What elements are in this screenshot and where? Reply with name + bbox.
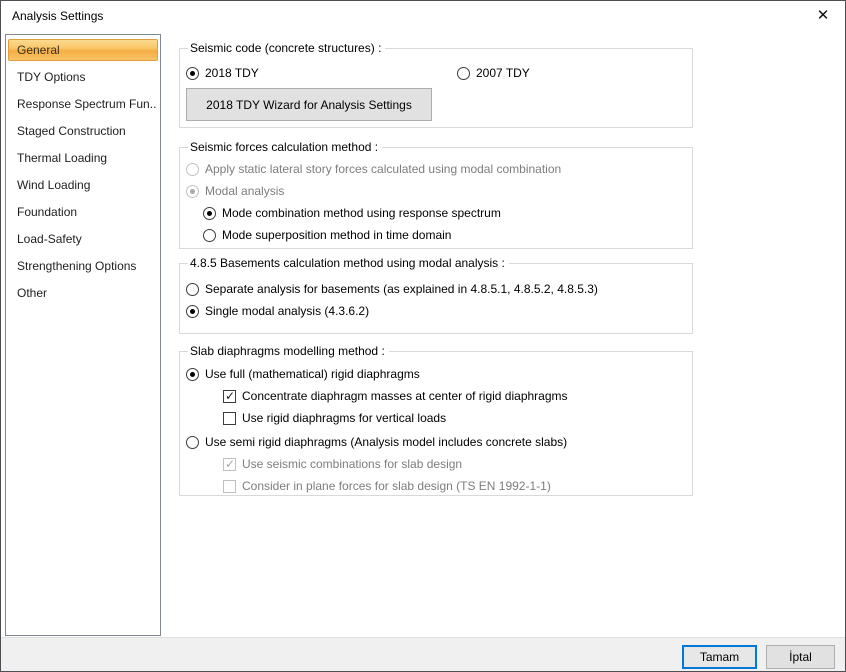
radio-mode-combination-method-using-response-s[interactable]: Mode combination method using response s… xyxy=(180,202,692,224)
checkbox-icon xyxy=(223,389,236,403)
checkbox-icon xyxy=(223,479,236,493)
sidebar-item-foundation[interactable]: Foundation xyxy=(8,201,158,223)
radio-icon xyxy=(186,304,199,318)
group-slab-diaphragms-method: Slab diaphragms modelling method : Use fu… xyxy=(179,344,693,497)
ok-button[interactable]: Tamam xyxy=(682,645,757,669)
sidebar-item-strengthening-options[interactable]: Strengthening Options xyxy=(8,255,158,277)
analysis-settings-dialog: Analysis Settings ✕ General TDY Options Re… xyxy=(0,0,846,672)
wizard-button[interactable]: 2018 TDY Wizard for Analysis Settings xyxy=(186,88,432,121)
control-label: Use seismic combinations for slab design xyxy=(242,457,463,471)
radio-mode-superposition-method-in-time-domain[interactable]: Mode superposition method in time domain xyxy=(180,224,692,246)
control-label: Separate analysis for basements (as expl… xyxy=(205,282,598,296)
control-label: Use rigid diaphragms for vertical loads xyxy=(242,411,447,425)
radio-2018-tdy[interactable]: 2018 TDY xyxy=(186,66,259,80)
control-label: Consider in plane forces for slab design… xyxy=(242,479,551,493)
sidebar-item-thermal-loading[interactable]: Thermal Loading xyxy=(8,147,158,169)
sidebar-item-tdy-options[interactable]: TDY Options xyxy=(8,66,158,88)
radio-icon xyxy=(186,162,199,176)
radio-label: 2018 TDY xyxy=(205,66,259,80)
close-icon[interactable]: ✕ xyxy=(812,6,834,26)
sidebar-item-wind-loading[interactable]: Wind Loading xyxy=(8,174,158,196)
radio-icon xyxy=(186,367,199,381)
group-seismic-code: Seismic code (concrete structures) : 201… xyxy=(179,41,693,128)
radio-2007-tdy[interactable]: 2007 TDY xyxy=(457,66,530,80)
radio-use-semi-rigid-diaphragms-analysis-model[interactable]: Use semi rigid diaphragms (Analysis mode… xyxy=(180,431,692,453)
control-label: Mode combination method using response s… xyxy=(222,206,501,220)
radio-icon xyxy=(186,66,199,80)
sidebar-item-general[interactable]: General xyxy=(8,39,158,61)
radio-icon xyxy=(186,282,199,296)
radio-icon xyxy=(203,206,216,220)
sidebar-item-response-spectrum-fun[interactable]: Response Spectrum Fun... xyxy=(8,93,158,115)
checkbox-use-rigid-diaphragms-for-vertical-loads[interactable]: Use rigid diaphragms for vertical loads xyxy=(180,407,692,429)
group-title: Slab diaphragms modelling method : xyxy=(188,344,389,358)
checkbox-consider-in-plane-forces-for-slab-design: Consider in plane forces for slab design… xyxy=(180,475,692,497)
group-title: 4.8.5 Basements calculation method using… xyxy=(188,256,509,270)
radio-icon xyxy=(186,435,199,449)
control-label: Concentrate diaphragm masses at center o… xyxy=(242,389,568,403)
sidebar-item-load-safety[interactable]: Load-Safety xyxy=(8,228,158,250)
radio-icon xyxy=(186,184,199,198)
footer-bar: Tamam İptal xyxy=(1,637,845,671)
radio-apply-static-lateral-story-forces-calcul: Apply static lateral story forces calcul… xyxy=(180,158,692,180)
window-title: Analysis Settings xyxy=(12,9,104,23)
group-seismic-forces-method: Seismic forces calculation method : Apply… xyxy=(179,140,693,249)
checkbox-use-seismic-combinations-for-slab-design: Use seismic combinations for slab design xyxy=(180,453,692,475)
control-label: Mode superposition method in time domain xyxy=(222,228,452,242)
sidebar-item-staged-construction[interactable]: Staged Construction xyxy=(8,120,158,142)
radio-icon xyxy=(457,66,470,80)
radio-modal-analysis: Modal analysis xyxy=(180,180,692,202)
checkbox-icon xyxy=(223,411,236,425)
control-label: Apply static lateral story forces calcul… xyxy=(205,162,562,176)
sidebar-item-other[interactable]: Other xyxy=(8,282,158,304)
group-basements-method: 4.8.5 Basements calculation method using… xyxy=(179,256,693,334)
group-title: Seismic code (concrete structures) : xyxy=(188,41,386,55)
control-label: Modal analysis xyxy=(205,184,285,198)
group-title: Seismic forces calculation method : xyxy=(188,140,383,154)
checkbox-concentrate-diaphragm-masses-at-center-o[interactable]: Concentrate diaphragm masses at center o… xyxy=(180,385,692,407)
sidebar-nav: General TDY Options Response Spectrum Fun.… xyxy=(5,34,161,636)
checkbox-icon xyxy=(223,457,236,471)
title-bar: Analysis Settings ✕ xyxy=(1,1,845,31)
radio-label: 2007 TDY xyxy=(476,66,530,80)
radio-icon xyxy=(203,228,216,242)
radio-single-modal-analysis-4-3-6-2[interactable]: Single modal analysis (4.3.6.2) xyxy=(180,300,692,322)
cancel-button[interactable]: İptal xyxy=(766,645,835,669)
radio-use-full-mathematical-rigid-diaphragms[interactable]: Use full (mathematical) rigid diaphragms xyxy=(180,363,692,385)
control-label: Use full (mathematical) rigid diaphragms xyxy=(205,367,420,381)
radio-separate-analysis-for-basements-as-expla[interactable]: Separate analysis for basements (as expl… xyxy=(180,278,692,300)
control-label: Single modal analysis (4.3.6.2) xyxy=(205,304,370,318)
control-label: Use semi rigid diaphragms (Analysis mode… xyxy=(205,435,568,449)
